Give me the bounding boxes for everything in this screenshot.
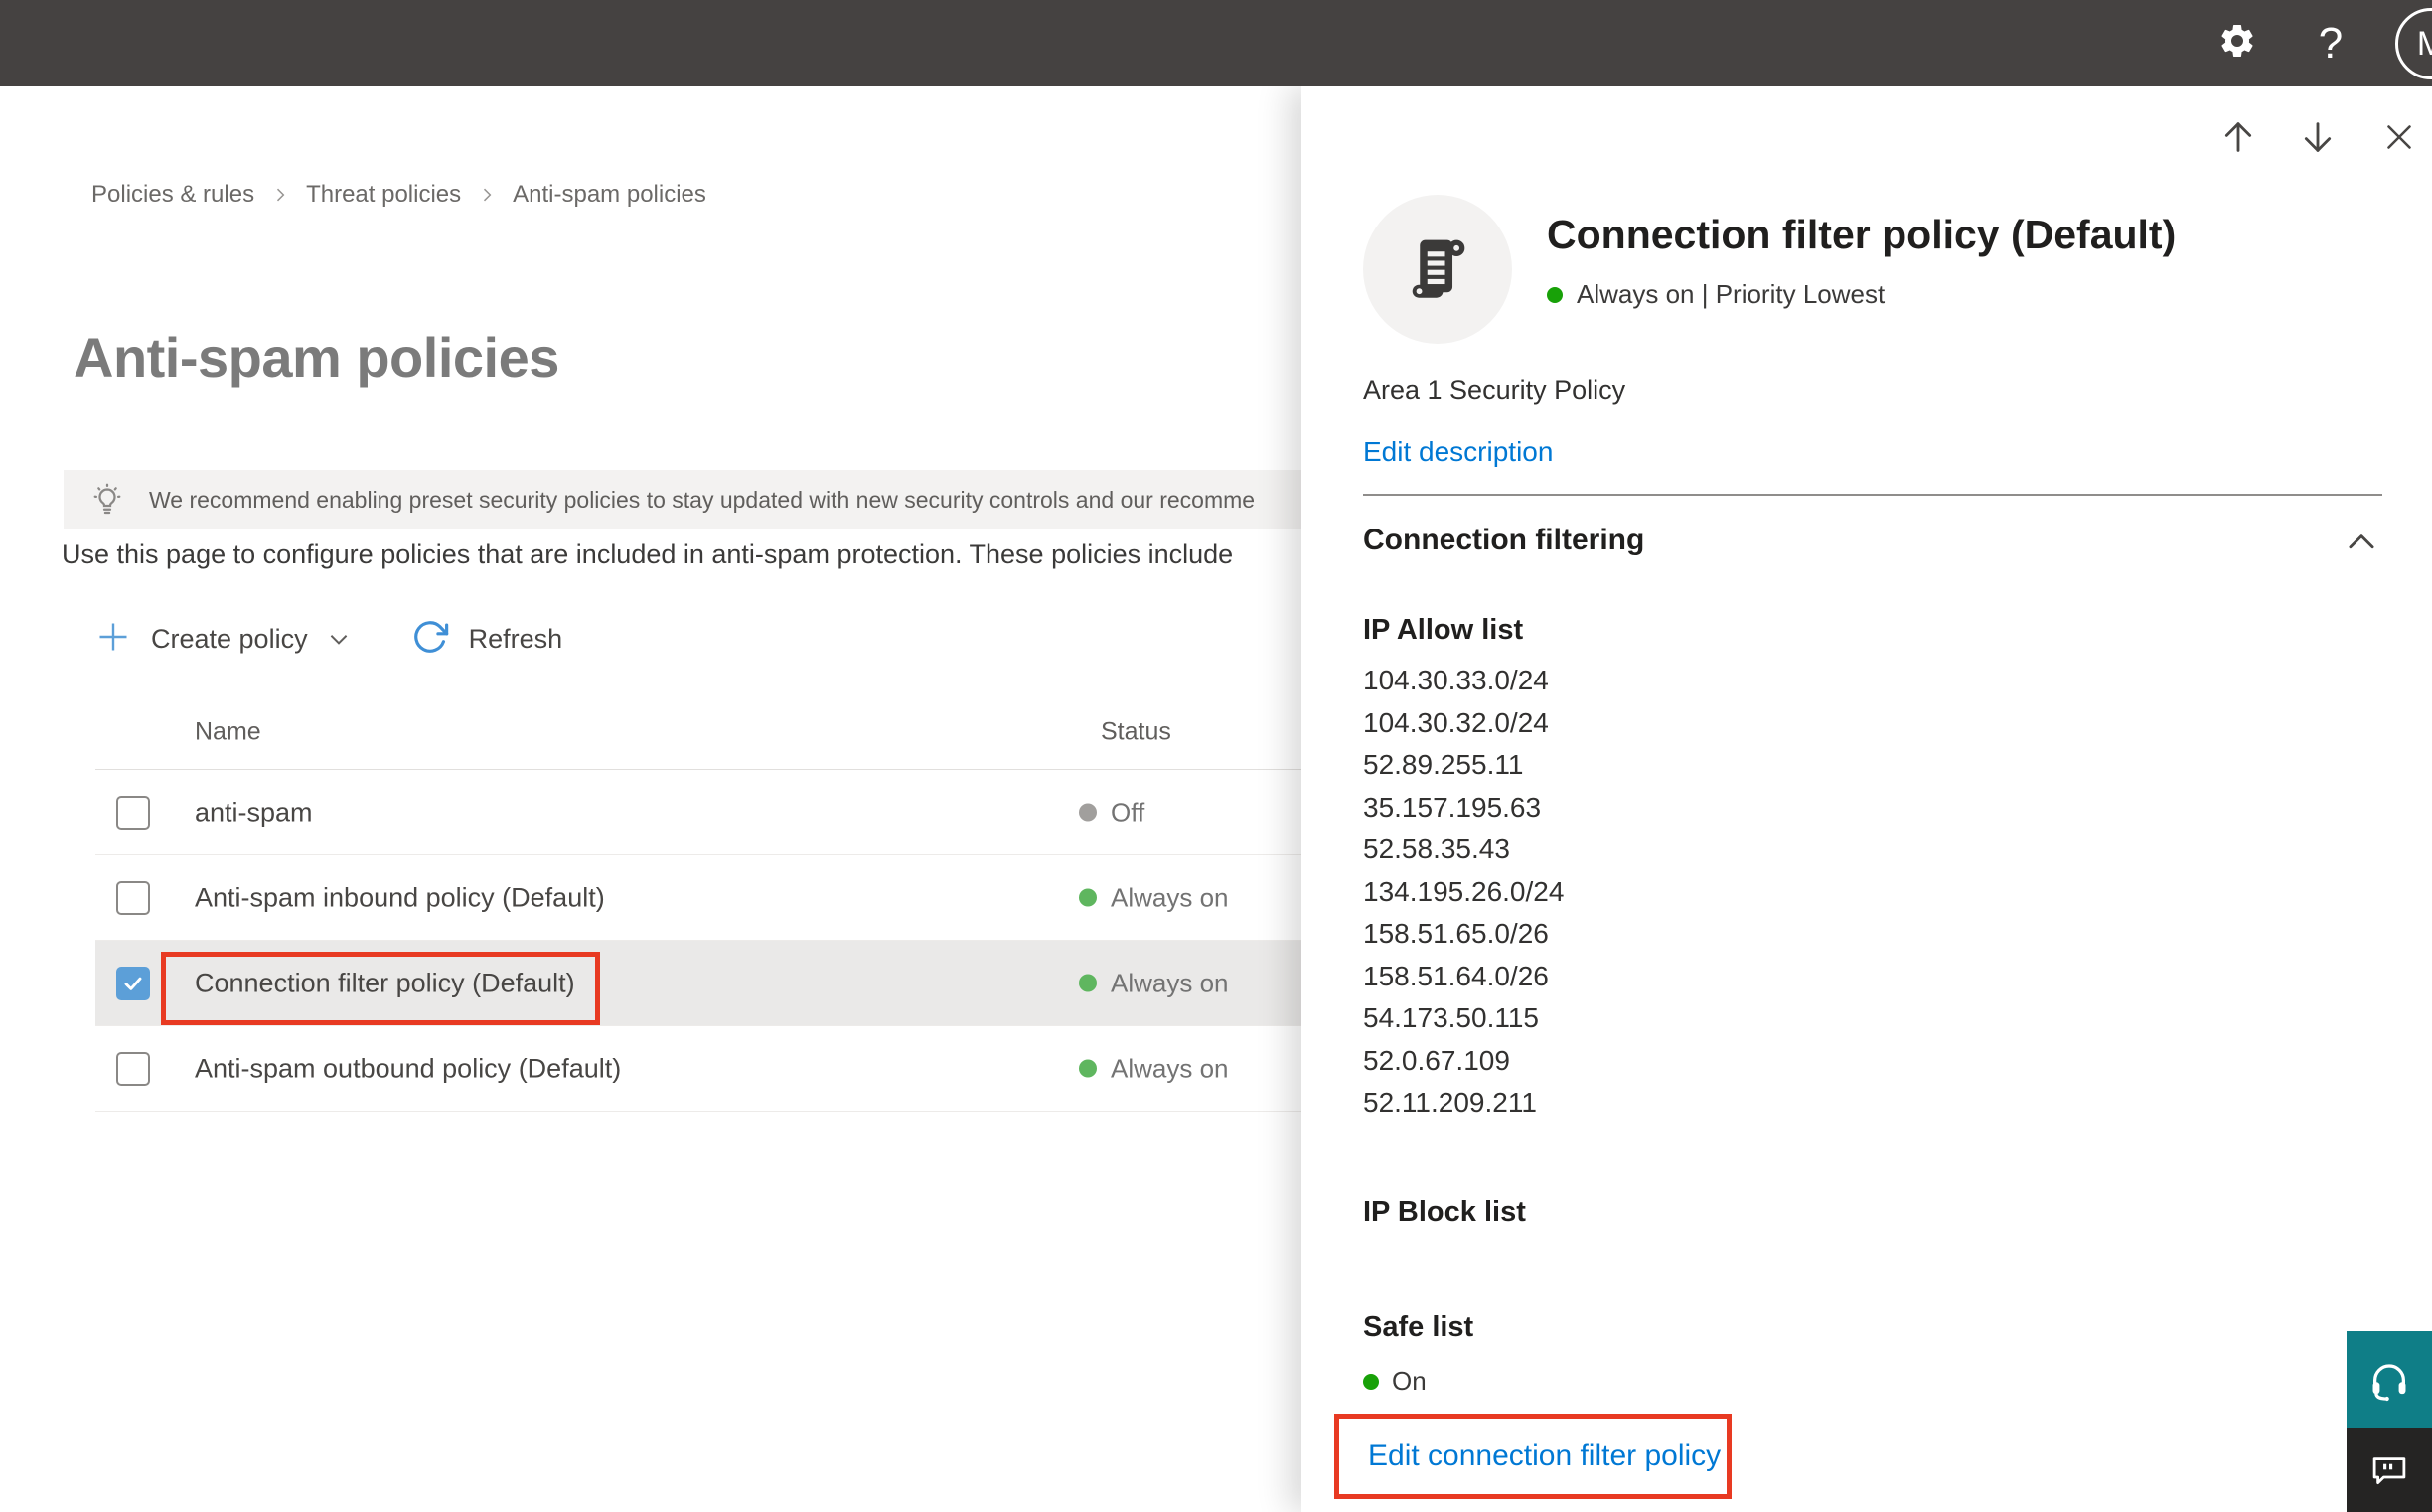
refresh-label: Refresh bbox=[468, 623, 563, 654]
flyout-status-line: Always on | Priority Lowest bbox=[1547, 279, 1885, 310]
scroll-icon bbox=[1412, 239, 1465, 298]
status-badge: Always on bbox=[1079, 1053, 1229, 1084]
ip-address: 134.195.26.0/24 bbox=[1363, 875, 1565, 907]
table-header: Name Status bbox=[95, 695, 1441, 770]
status-dot-on bbox=[1079, 888, 1097, 907]
ip-allow-list-title: IP Allow list bbox=[1363, 614, 1524, 646]
settings-button[interactable] bbox=[2207, 0, 2267, 86]
flyout-status-text: Always on | Priority Lowest bbox=[1577, 279, 1886, 309]
policy-name[interactable]: anti-spam bbox=[195, 797, 313, 828]
policy-name[interactable]: Anti-spam outbound policy (Default) bbox=[195, 1053, 621, 1084]
status-dot-on bbox=[1079, 974, 1097, 992]
refresh-button[interactable]: Refresh bbox=[411, 618, 563, 661]
ip-address: 54.173.50.115 bbox=[1363, 1002, 1539, 1033]
column-header-status[interactable]: Status bbox=[1101, 718, 1171, 747]
avatar-initial: M bbox=[2416, 24, 2432, 63]
ip-address: 52.58.35.43 bbox=[1363, 833, 1510, 864]
next-item-button[interactable] bbox=[2295, 114, 2341, 160]
collapse-section-button[interactable] bbox=[2339, 520, 2384, 565]
status-badge: Off bbox=[1079, 797, 1144, 828]
account-avatar[interactable]: M bbox=[2395, 8, 2432, 79]
safe-list-title: Safe list bbox=[1363, 1311, 1474, 1343]
breadcrumb: Policies & rules Threat policies Anti-sp… bbox=[91, 181, 706, 209]
ip-address: 35.157.195.63 bbox=[1363, 791, 1542, 823]
create-policy-button[interactable]: Create policy bbox=[95, 619, 352, 660]
row-checkbox[interactable] bbox=[116, 796, 150, 830]
status-label: Off bbox=[1111, 797, 1145, 827]
help-icon: ? bbox=[2318, 18, 2344, 68]
arrow-up-icon bbox=[2224, 122, 2252, 152]
banner-text: We recommend enabling preset security po… bbox=[149, 486, 1256, 513]
page-description: Use this page to configure policies that… bbox=[62, 539, 1234, 569]
row-checkbox[interactable] bbox=[116, 1052, 150, 1086]
ip-address: 104.30.33.0/24 bbox=[1363, 665, 1549, 695]
chevron-right-icon bbox=[477, 185, 497, 205]
plus-icon bbox=[95, 619, 131, 660]
safe-list-status-label: On bbox=[1392, 1366, 1427, 1396]
policy-icon-circle bbox=[1363, 195, 1512, 344]
policy-name[interactable]: Anti-spam inbound policy (Default) bbox=[195, 882, 605, 913]
help-button[interactable]: ? bbox=[2301, 0, 2360, 86]
policy-details-flyout: Connection filter policy (Default) Alway… bbox=[1301, 86, 2432, 1512]
previous-item-button[interactable] bbox=[2215, 114, 2261, 160]
status-badge: Always on bbox=[1079, 968, 1229, 998]
status-dot-off bbox=[1079, 803, 1097, 822]
edit-description-link[interactable]: Edit description bbox=[1363, 436, 1553, 468]
divider bbox=[1363, 494, 2382, 496]
breadcrumb-policies-rules[interactable]: Policies & rules bbox=[91, 181, 254, 209]
breadcrumb-threat-policies[interactable]: Threat policies bbox=[306, 181, 461, 209]
policy-name[interactable]: Connection filter policy (Default) bbox=[195, 968, 575, 998]
status-dot-on bbox=[1363, 1373, 1379, 1390]
row-checkbox-checked[interactable] bbox=[116, 967, 150, 1000]
chevron-right-icon bbox=[270, 185, 290, 205]
highlight-rectangle: Edit connection filter policy bbox=[1334, 1414, 1732, 1499]
status-label: Always on bbox=[1111, 1053, 1229, 1083]
close-icon bbox=[2387, 125, 2411, 149]
gear-icon bbox=[2217, 21, 2257, 66]
arrow-down-icon bbox=[2304, 122, 2332, 152]
chevron-up-icon bbox=[2349, 534, 2374, 549]
status-label: Always on bbox=[1111, 968, 1229, 997]
status-label: Always on bbox=[1111, 882, 1229, 912]
feedback-button[interactable] bbox=[2347, 1428, 2432, 1512]
chat-icon bbox=[2372, 1456, 2406, 1484]
toolbar: Create policy Refresh bbox=[95, 611, 562, 667]
create-policy-label: Create policy bbox=[151, 623, 308, 654]
row-checkbox[interactable] bbox=[116, 881, 150, 915]
policies-table: Name Status anti-spam Off Anti-spam inbo… bbox=[95, 695, 1441, 1112]
column-header-name[interactable]: Name bbox=[195, 718, 261, 747]
page-title: Anti-spam policies bbox=[74, 326, 559, 388]
ip-address: 158.51.64.0/26 bbox=[1363, 960, 1549, 991]
refresh-icon bbox=[411, 618, 449, 661]
ip-address: 52.11.209.211 bbox=[1363, 1087, 1537, 1118]
table-row[interactable]: Anti-spam inbound policy (Default) Alway… bbox=[95, 855, 1441, 941]
ip-address: 52.0.67.109 bbox=[1363, 1044, 1510, 1076]
ip-address: 104.30.32.0/24 bbox=[1363, 706, 1549, 738]
section-title-connection-filtering: Connection filtering bbox=[1363, 524, 1645, 556]
status-badge: Always on bbox=[1079, 882, 1229, 913]
breadcrumb-anti-spam-policies[interactable]: Anti-spam policies bbox=[513, 181, 706, 209]
recommendation-banner: We recommend enabling preset security po… bbox=[64, 470, 1341, 529]
status-dot-on bbox=[1079, 1059, 1097, 1078]
table-row[interactable]: Anti-spam outbound policy (Default) Alwa… bbox=[95, 1026, 1441, 1112]
ip-address: 52.89.255.11 bbox=[1363, 749, 1524, 780]
ip-block-list-title: IP Block list bbox=[1363, 1196, 1526, 1228]
flyout-title: Connection filter policy (Default) bbox=[1547, 212, 2177, 257]
edit-connection-filter-policy-link[interactable]: Edit connection filter policy bbox=[1368, 1439, 1721, 1473]
policy-description: Area 1 Security Policy bbox=[1363, 376, 1626, 405]
lightbulb-icon bbox=[89, 482, 125, 518]
close-flyout-button[interactable] bbox=[2376, 114, 2422, 160]
headset-icon bbox=[2372, 1363, 2406, 1401]
table-row[interactable]: anti-spam Off bbox=[95, 770, 1441, 855]
ip-address: 158.51.65.0/26 bbox=[1363, 918, 1549, 949]
chevron-down-icon bbox=[326, 626, 352, 652]
app-top-bar: ? M bbox=[0, 0, 2432, 86]
safe-list-status: On bbox=[1363, 1366, 1427, 1397]
support-button[interactable] bbox=[2347, 1331, 2432, 1428]
table-row-selected[interactable]: Connection filter policy (Default) Alway… bbox=[95, 941, 1441, 1026]
checkmark-icon bbox=[124, 977, 142, 990]
ip-allow-list: 104.30.33.0/24 104.30.32.0/24 52.89.255.… bbox=[1363, 660, 1564, 1125]
status-dot-on bbox=[1547, 286, 1563, 303]
